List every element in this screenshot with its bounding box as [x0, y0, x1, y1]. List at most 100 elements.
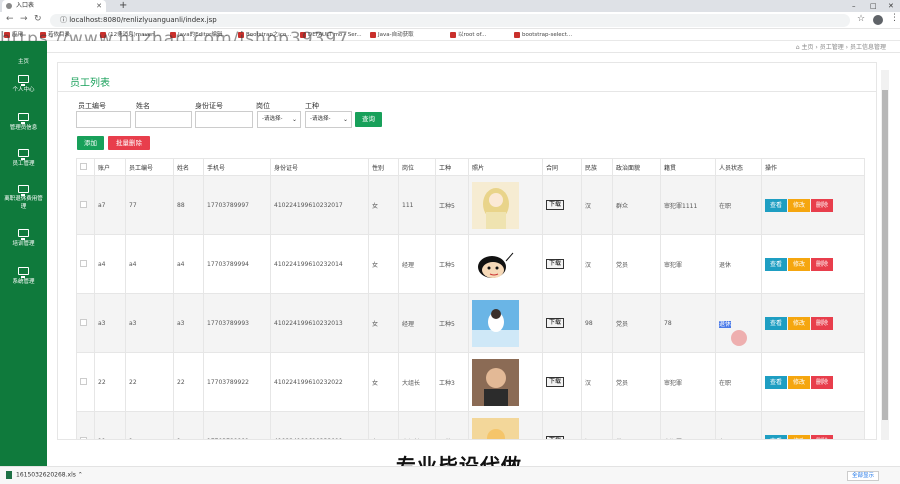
table-row: a3 a3 a3 17703789993 410224199610232013 女经理 工种… — [76, 293, 865, 353]
edit-button[interactable]: 修改 — [788, 257, 810, 271]
close-window-icon[interactable]: ✕ — [888, 0, 894, 12]
scrollbar-thumb[interactable] — [882, 90, 888, 420]
post-select[interactable]: -请选择- ⌄ — [257, 111, 301, 128]
row-checkbox[interactable] — [80, 436, 87, 439]
minimize-icon[interactable]: – — [852, 0, 856, 12]
cell-native: 审犯罪 — [660, 411, 716, 439]
view-button[interactable]: 查看 — [765, 375, 787, 389]
delete-button[interactable]: 删除 — [811, 434, 833, 439]
cell-native: 审犯罪 — [660, 352, 716, 412]
lock-icon: ⓘ — [60, 16, 70, 24]
sidebar-item-label: 培训管理 — [12, 241, 35, 247]
download-item[interactable]: 1615032620268.xls ⌃ — [6, 471, 83, 479]
cell-contract: 下载 — [542, 411, 582, 439]
bookmark-item[interactable]: 以root of... — [450, 29, 486, 41]
cell-gender: 女 — [368, 352, 399, 412]
sidebar-item-profile[interactable]: 个人中心 — [0, 75, 47, 93]
status-text: 在职 — [719, 202, 732, 210]
delete-button[interactable]: 删除 — [811, 198, 833, 212]
status-text: 在职 — [719, 379, 732, 387]
cell-actions: 查看修改删除 — [761, 352, 865, 412]
type-select[interactable]: -请选择- ⌄ — [305, 111, 352, 128]
row-checkbox[interactable] — [80, 200, 87, 208]
cell-status: 在职 — [715, 175, 762, 235]
monitor-icon — [18, 113, 29, 124]
vertical-scrollbar[interactable] — [881, 70, 889, 440]
sidebar-item-training[interactable]: 培训管理 — [0, 229, 47, 247]
employee-photo — [472, 299, 539, 347]
browser-menu-icon[interactable]: ⋮ — [890, 13, 899, 23]
column-header: 籍贯 — [660, 158, 716, 176]
column-header: 操作 — [761, 158, 865, 176]
edit-button[interactable]: 修改 — [788, 375, 810, 389]
view-button[interactable]: 查看 — [765, 434, 787, 439]
emp-no-input[interactable] — [76, 111, 131, 128]
account-avatar[interactable] — [873, 15, 883, 25]
select-all-header[interactable] — [76, 158, 95, 176]
row-select-cell[interactable] — [76, 293, 95, 353]
row-checkbox[interactable] — [80, 259, 87, 267]
maximize-icon[interactable]: □ — [870, 0, 877, 12]
sidebar-item-home[interactable]: 主页 — [0, 57, 47, 65]
monitor-icon — [18, 149, 29, 160]
tab-close-icon[interactable]: ✕ — [96, 0, 102, 12]
select-all-checkbox[interactable] — [80, 162, 87, 170]
download-contract-button[interactable]: 下载 — [546, 377, 565, 387]
download-contract-button[interactable]: 下载 — [546, 318, 565, 328]
view-button[interactable]: 查看 — [765, 198, 787, 212]
cell-phone: 17703789993 — [203, 293, 271, 353]
new-tab-button[interactable]: + — [119, 0, 127, 12]
column-header: 民族 — [581, 158, 613, 176]
forward-icon[interactable]: → — [20, 14, 28, 24]
cell-native: 审犯罪1111 — [660, 175, 716, 235]
chevron-down-icon: ⌄ — [291, 116, 297, 123]
row-select-cell[interactable] — [76, 234, 95, 294]
bookmark-item[interactable]: Java-自动获取 — [370, 29, 414, 41]
back-icon[interactable]: ← — [6, 14, 14, 24]
cell-id-no: 410224199610232011 — [270, 411, 369, 439]
browser-tab[interactable]: 入口表 ✕ — [2, 0, 106, 12]
row-select-cell[interactable] — [76, 411, 95, 439]
delete-button[interactable]: 删除 — [811, 257, 833, 271]
cell-emp-no: 22 — [125, 352, 174, 412]
cell-post: 经理 — [398, 293, 436, 353]
reload-icon[interactable]: ↻ — [34, 14, 42, 24]
sidebar-item-system[interactable]: 系统管理 — [0, 267, 47, 285]
edit-button[interactable]: 修改 — [788, 198, 810, 212]
row-checkbox[interactable] — [80, 318, 87, 326]
edit-button[interactable]: 修改 — [788, 316, 810, 330]
bookmark-star-icon[interactable]: ☆ — [857, 14, 865, 24]
download-contract-button[interactable]: 下载 — [546, 259, 565, 269]
download-contract-button[interactable]: 下载 — [546, 436, 565, 439]
row-checkbox[interactable] — [80, 377, 87, 385]
cell-type: 工种5 — [435, 175, 469, 235]
delete-button[interactable]: 删除 — [811, 375, 833, 389]
download-contract-button[interactable]: 下载 — [546, 200, 565, 210]
address-bar-row: ← → ↻ ⓘ localhost:8080/renlizlyuanguanli… — [0, 12, 900, 29]
add-button[interactable]: 添加 — [77, 136, 104, 150]
cell-type: 工种3 — [435, 352, 469, 412]
row-select-cell[interactable] — [76, 175, 95, 235]
view-button[interactable]: 查看 — [765, 257, 787, 271]
view-button[interactable]: 查看 — [765, 316, 787, 330]
row-select-cell[interactable] — [76, 352, 95, 412]
sidebar-item-admin[interactable]: 管理员信息 — [0, 113, 47, 131]
page-title: 员工列表 — [70, 78, 110, 89]
delete-button[interactable]: 删除 — [811, 316, 833, 330]
id-input[interactable] — [195, 111, 253, 128]
sidebar-item-label: 员工管理 — [12, 161, 35, 167]
cell-post: 大组长 — [398, 352, 436, 412]
name-input[interactable] — [135, 111, 192, 128]
employee-table: 账户 员工编号 姓名 手机号 身份证号 性别 岗位 工种 照片 合同 民族 政治… — [76, 158, 865, 439]
batch-delete-button[interactable]: 批量删除 — [108, 136, 150, 150]
sidebar-item-retirement[interactable]: 离职退休费用管理 — [0, 185, 47, 211]
search-button[interactable]: 查询 — [355, 112, 382, 127]
breadcrumb-item[interactable]: 员工管理 — [820, 44, 844, 51]
breadcrumb-item[interactable]: 主页 — [801, 44, 813, 51]
url-field[interactable]: ⓘ localhost:8080/renlizlyuanguanli/index… — [50, 14, 850, 27]
show-all-button[interactable]: 全部显示 — [847, 471, 880, 481]
edit-button[interactable]: 修改 — [788, 434, 810, 439]
bookmark-item[interactable]: bootstrap-select... — [514, 29, 572, 41]
url-text: localhost:8080/renlizlyuanguanli/index.j… — [69, 16, 217, 24]
sidebar-item-employees[interactable]: 员工管理 — [0, 149, 47, 167]
